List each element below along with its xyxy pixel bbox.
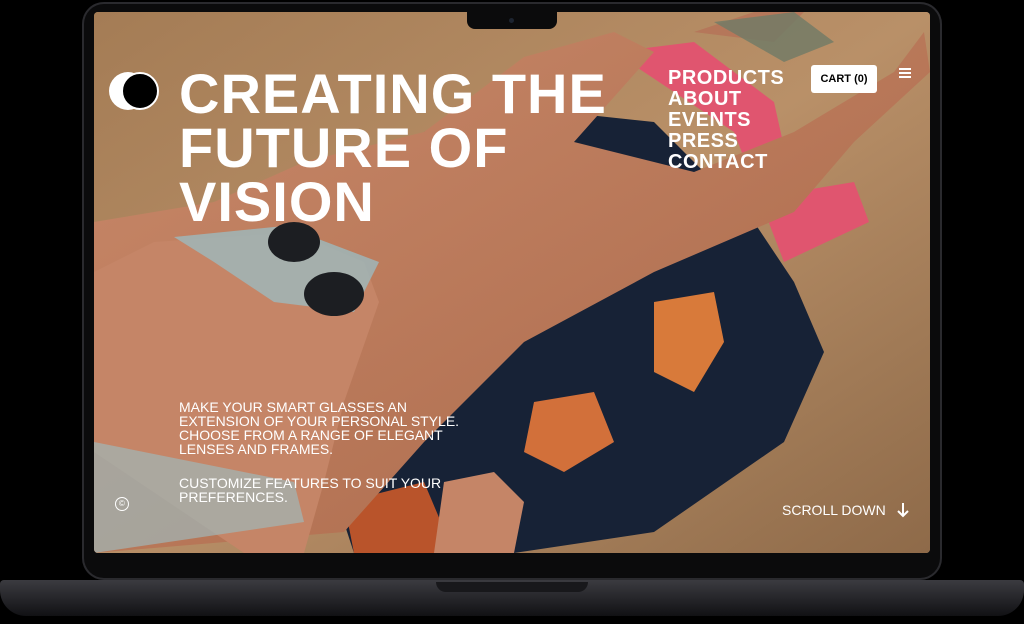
menu-line <box>899 68 911 70</box>
scroll-down-label: SCROLL DOWN <box>782 502 886 518</box>
arrow-down-icon <box>897 503 909 518</box>
scroll-down-button[interactable]: SCROLL DOWN <box>782 502 910 518</box>
description-paragraph: CUSTOMIZE FEATURES TO SUIT YOUR PREFEREN… <box>179 475 442 505</box>
camera-dot <box>509 18 514 23</box>
logo-icon[interactable] <box>109 72 161 110</box>
menu-line <box>899 72 911 74</box>
nav-item-press[interactable]: PRESS <box>668 131 784 152</box>
hero-headline: CREATING THE FUTURE OF VISION <box>179 62 679 233</box>
headline-line: CREATING THE <box>179 62 607 125</box>
product-description: MAKE YOUR SMART GLASSES AN EXTENSION OF … <box>179 400 479 524</box>
nav-item-about[interactable]: ABOUT <box>668 89 784 110</box>
headline-line: VISION <box>179 170 375 233</box>
description-paragraph: MAKE YOUR SMART GLASSES AN EXTENSION OF … <box>179 399 460 457</box>
website-screen: CREATING THE FUTURE OF VISION PRODUCTS A… <box>94 12 930 553</box>
logo-circle-black <box>121 72 159 110</box>
headline-line: FUTURE OF <box>179 116 509 179</box>
nav-item-contact[interactable]: CONTACT <box>668 152 784 173</box>
laptop-base-lip <box>436 582 588 592</box>
cart-button[interactable]: CART (0) <box>811 65 877 93</box>
nav-item-products[interactable]: PRODUCTS <box>668 68 784 89</box>
copyright-icon: © <box>115 497 129 511</box>
menu-line <box>899 76 911 78</box>
main-nav: PRODUCTS ABOUT EVENTS PRESS CONTACT <box>668 68 784 173</box>
menu-icon[interactable] <box>899 68 911 78</box>
nav-item-events[interactable]: EVENTS <box>668 110 784 131</box>
